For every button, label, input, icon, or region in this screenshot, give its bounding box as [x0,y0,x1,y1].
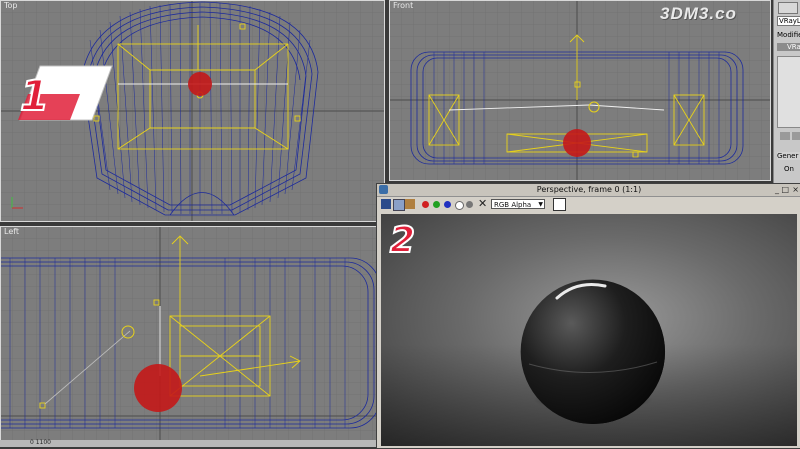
clear-icon[interactable]: ✕ [478,198,488,209]
maximize-button[interactable]: □ [781,185,789,194]
panel-tab-icon[interactable] [778,2,798,14]
green-channel-icon[interactable] [433,201,440,208]
red-channel-icon[interactable] [422,201,429,208]
mono-icon[interactable] [466,201,473,208]
channel-select-value: RGB Alpha [494,201,532,209]
frame-buffer-toolbar: ✕ RGB Alpha ▼ [377,197,800,211]
viewport-front[interactable]: Front [389,0,771,181]
rollout-general[interactable]: Gener [777,152,800,160]
modifier-list-dropdown[interactable]: Modifier [777,31,800,39]
front-view-wireframe [389,0,771,181]
option-on-checkbox[interactable]: On [784,165,800,173]
modifier-stack-item[interactable]: VRa [777,43,800,51]
modifier-stack-list[interactable] [777,56,800,128]
blue-channel-icon[interactable] [444,201,451,208]
step-badge-2: 2 [388,219,448,262]
frame-buffer-titlebar[interactable]: Perspective, frame 0 (1:1) _ □ × [377,184,800,197]
left-view-wireframe [0,226,385,447]
show-end-result-icon[interactable] [792,132,800,140]
channel-select[interactable]: RGB Alpha ▼ [491,199,545,209]
viewport-label-front: Front [393,1,414,10]
alpha-channel-icon[interactable] [455,201,464,210]
minimize-button[interactable]: _ [775,185,779,194]
save-icon[interactable] [381,199,391,209]
status-bar: 0 1100 [0,439,376,447]
command-panel: VRayLig Modifier VRa Gener On [773,0,800,185]
watermark-logo: 3DM3.co [660,4,737,23]
badge-number-2: 2 [390,222,415,258]
viewport-label-top: Top [4,1,18,10]
step-badge-1: 1 [0,64,120,127]
viewport-label-left: Left [4,227,20,236]
object-name-field[interactable]: VRayLig [777,16,800,26]
frame-buffer-title: Perspective, frame 0 (1:1) [536,185,642,194]
coordinate-readout: 0 1100 [30,439,51,446]
copy-icon[interactable] [393,199,405,211]
chevron-down-icon: ▼ [538,201,543,208]
color-swatch[interactable] [553,198,566,211]
pin-stack-icon[interactable] [780,132,790,140]
close-button[interactable]: × [792,185,799,194]
clone-icon[interactable] [405,199,415,209]
badge-number-1: 1 [20,71,49,120]
viewport-left[interactable]: Left [0,226,385,447]
